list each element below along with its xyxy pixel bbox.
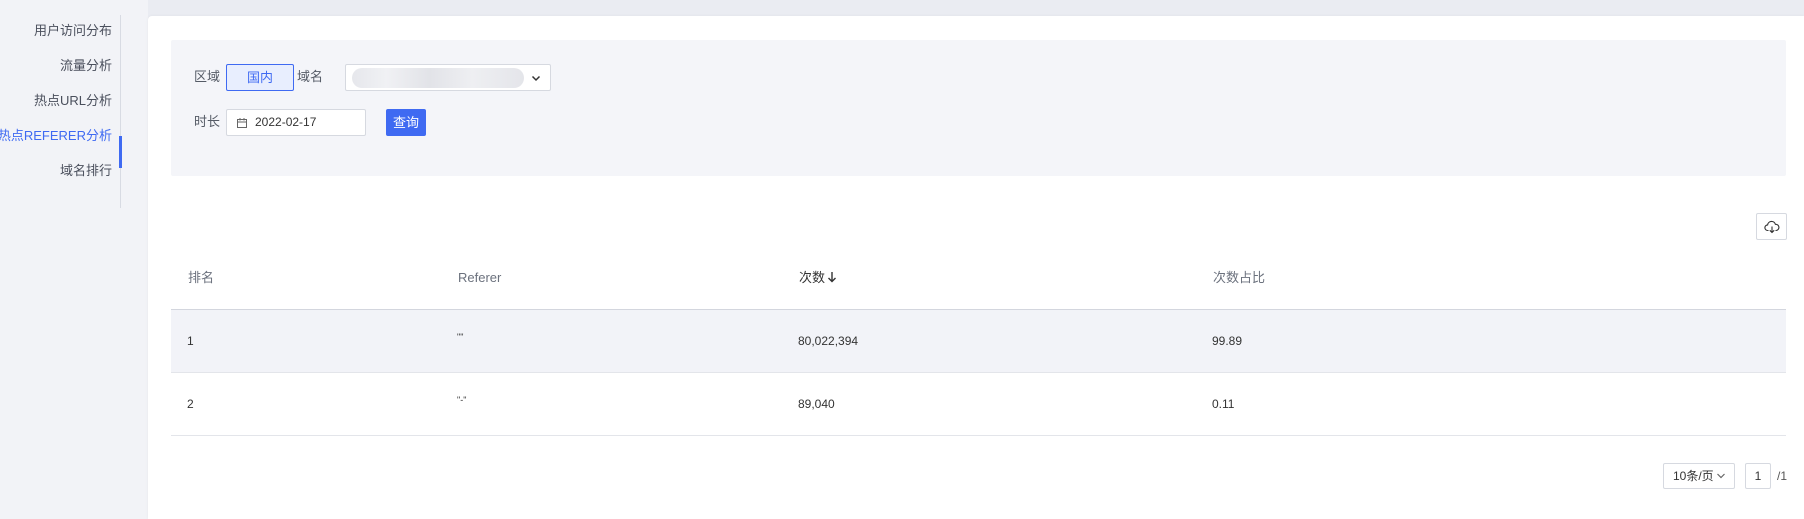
download-button[interactable] [1756,213,1787,240]
domain-value-redacted [352,68,524,88]
sidebar-item-traffic-analysis[interactable]: 流量分析 [60,56,112,76]
sidebar: 用户访问分布 流量分析 热点URL分析 热点REFERER分析 域名排行 [0,0,148,519]
header-referer: Referer [458,270,502,285]
cell-referer: "" [457,332,464,342]
sidebar-item-hot-url[interactable]: 热点URL分析 [34,91,112,111]
cell-referer: "-" [457,395,467,405]
main-content: 区域 国内 域名 时长 2022-02-17 查询 排名 Referer 次数 … [148,16,1804,519]
cell-ratio: 0.11 [1212,397,1235,411]
page-size-value: 10条/页 [1673,469,1714,483]
sidebar-active-indicator [119,136,122,168]
header-count-label: 次数 [799,270,826,285]
duration-label: 时长 [194,114,221,129]
chevron-down-icon [1717,473,1725,479]
chevron-down-icon [531,75,541,82]
domain-select[interactable] [345,64,551,91]
filter-panel: 区域 国内 域名 时长 2022-02-17 查询 [171,40,1786,176]
query-button[interactable]: 查询 [386,109,426,136]
sidebar-item-domain-ranking[interactable]: 域名排行 [60,161,112,181]
table-header: 排名 Referer 次数 次数占比 [171,248,1786,310]
page-size-select[interactable]: 10条/页 [1663,463,1735,489]
cell-count: 80,022,394 [798,334,859,348]
total-pages: /1 [1777,469,1788,483]
cell-count: 89,040 [798,397,835,411]
region-domestic-button[interactable]: 国内 [226,64,294,91]
cell-rank: 1 [187,334,194,348]
sidebar-item-user-distribution[interactable]: 用户访问分布 [34,21,112,41]
header-count[interactable]: 次数 [799,268,837,288]
sidebar-item-hot-referer[interactable]: 热点REFERER分析 [0,126,112,146]
date-picker[interactable]: 2022-02-17 [226,109,366,136]
cell-rank: 2 [187,397,194,411]
cloud-download-icon [1764,220,1780,234]
current-page[interactable]: 1 [1745,463,1771,489]
domain-label: 域名 [297,69,324,84]
arrow-down-icon [828,272,837,283]
header-rank: 排名 [188,270,215,285]
date-value: 2022-02-17 [255,115,317,129]
region-label: 区域 [194,69,221,84]
cell-ratio: 99.89 [1212,334,1243,348]
sidebar-rail [120,15,121,208]
header-ratio: 次数占比 [1213,270,1266,285]
table-row: 1 "" 80,022,394 99.89 [171,310,1786,373]
referer-table: 排名 Referer 次数 次数占比 1 "" 80,022,394 99.89… [171,248,1786,436]
table-row: 2 "-" 89,040 0.11 [171,373,1786,436]
calendar-icon [237,118,247,128]
